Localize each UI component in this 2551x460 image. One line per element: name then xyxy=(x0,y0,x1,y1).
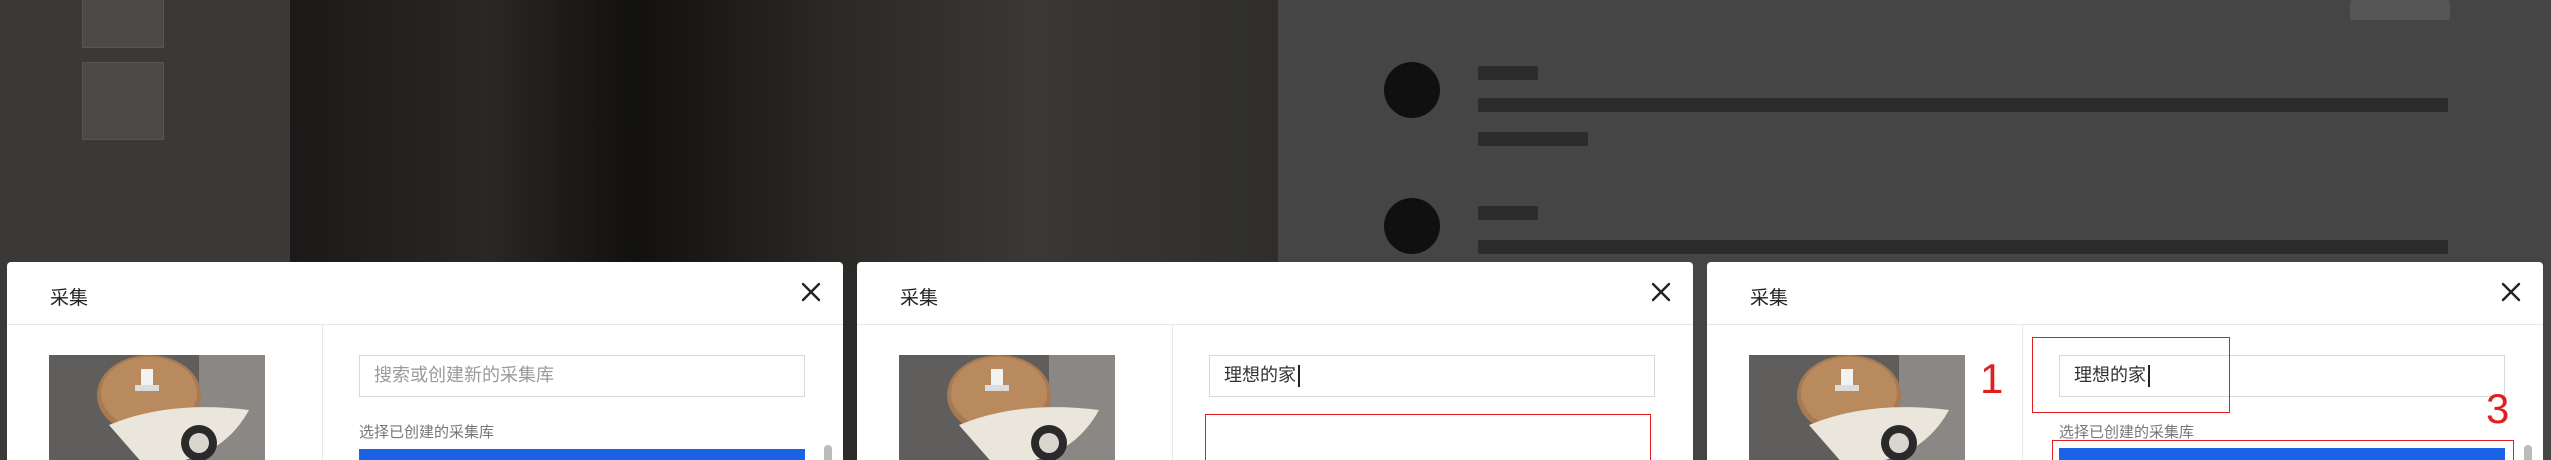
comment-text xyxy=(1478,240,2448,254)
modal-title: 采集 xyxy=(900,287,939,309)
scrollbar[interactable] xyxy=(824,445,832,460)
board-search-input[interactable]: 搜索或创建新的采集库 xyxy=(359,355,805,397)
collect-modal-1: 采集 搜索或创建新的采集库 选择已创建的采集库 xyxy=(7,262,843,460)
avatar xyxy=(1384,198,1440,254)
board-search-input[interactable]: 理想的家 xyxy=(1209,355,1655,397)
divider xyxy=(2022,324,2023,460)
divider xyxy=(322,324,323,460)
scrollbar[interactable] xyxy=(2524,445,2532,460)
collected-image-preview xyxy=(49,355,265,460)
close-icon[interactable] xyxy=(2499,280,2523,304)
modal-title: 采集 xyxy=(1750,287,1789,309)
search-value: 理想的家 xyxy=(1224,365,1296,386)
collected-image-preview xyxy=(899,355,1115,460)
annotation-step-1: 1 xyxy=(1980,355,2004,402)
collect-modal-2: 采集 理想的家 xyxy=(857,262,1693,460)
close-icon[interactable] xyxy=(1649,280,1673,304)
close-icon[interactable] xyxy=(799,280,823,304)
highlight-box xyxy=(2052,440,2514,460)
divider xyxy=(1172,324,1173,460)
thumbnail xyxy=(82,62,164,140)
collect-button xyxy=(2350,0,2450,20)
modal-header: 采集 xyxy=(1707,262,2543,325)
board-list-item[interactable] xyxy=(359,449,805,460)
modal-header: 采集 xyxy=(7,262,843,325)
avatar xyxy=(1384,62,1440,118)
modal-header: 采集 xyxy=(857,262,1693,325)
thumbnail xyxy=(82,0,164,48)
text-caret xyxy=(1298,365,1300,387)
comment-text xyxy=(1478,98,2448,112)
modal-title: 采集 xyxy=(50,287,89,309)
comment-username xyxy=(1478,206,1538,220)
comment-time xyxy=(1478,132,1588,146)
main-photo xyxy=(290,0,1278,270)
highlight-box xyxy=(1205,414,1651,460)
highlight-box xyxy=(2032,337,2230,413)
board-list-label: 选择已创建的采集库 xyxy=(359,423,495,441)
collected-image-preview xyxy=(1749,355,1965,460)
comment-username xyxy=(1478,66,1538,80)
collect-modal-3: 采集 理想的家 选择已创建的采集库 xyxy=(1707,262,2543,460)
annotation-step-3: 3 xyxy=(2486,385,2510,432)
board-list-label: 选择已创建的采集库 xyxy=(2059,423,2195,441)
search-placeholder: 搜索或创建新的采集库 xyxy=(374,365,554,386)
